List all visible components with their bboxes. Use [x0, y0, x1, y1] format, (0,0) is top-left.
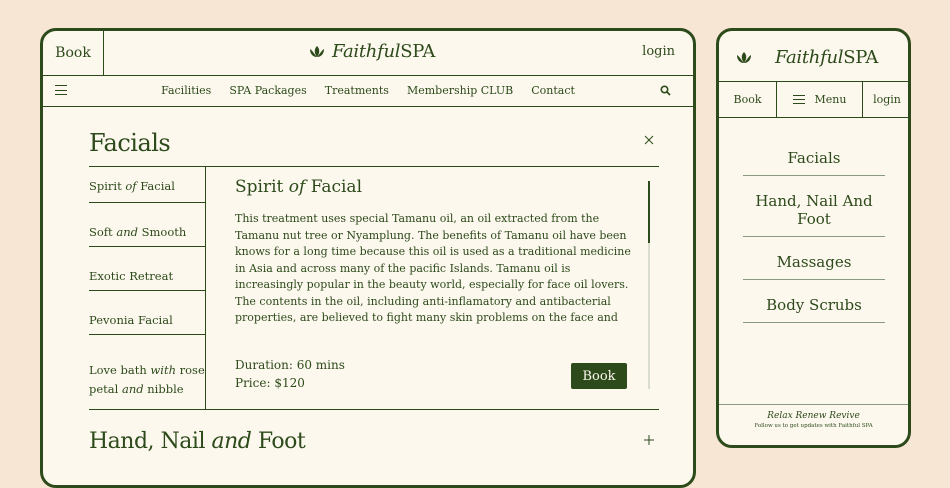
footer-tagline: Relax Renew Revive: [767, 411, 860, 421]
treatment-detail: Spirit of Facial This treatment uses spe…: [235, 177, 635, 329]
lotus-icon: [310, 45, 324, 57]
mobile-menu-item-body-scrubs[interactable]: Body Scrubs: [743, 296, 885, 323]
accordion-title-facials[interactable]: Facials: [89, 129, 171, 157]
mobile-menu-item-massages[interactable]: Massages: [743, 253, 885, 280]
treatment-label: petal: [89, 382, 122, 396]
menu-label: Menu: [814, 93, 847, 106]
treatment-description: This treatment uses special Tamanu oil, …: [235, 212, 631, 329]
title-part: Facial: [305, 177, 363, 197]
search-icon[interactable]: [660, 85, 671, 96]
desktop-window: Book FaithfulSPA login Facilities SPA Pa…: [40, 28, 696, 488]
header-login-link[interactable]: login: [642, 44, 675, 59]
treatment-label: rose: [175, 363, 205, 377]
mobile-action-bar: Book Menu login: [719, 82, 908, 118]
mobile-footer: Relax Renew Revive Follow us to get upda…: [719, 404, 908, 445]
nav-treatments[interactable]: Treatments: [325, 84, 389, 97]
treatment-label: nibble: [143, 382, 184, 396]
treatment-meta: Duration: 60 mins Price: $120: [235, 356, 345, 392]
brand-name-regular: SPA: [400, 41, 436, 62]
mobile-header: FaithfulSPA: [719, 31, 908, 82]
nav-membership-club[interactable]: Membership CLUB: [407, 84, 513, 97]
treatment-item-soft-and-smooth[interactable]: Soft and Smooth: [89, 203, 205, 247]
accordion-label: Foot: [251, 429, 306, 454]
header-book-link[interactable]: Book: [43, 31, 104, 75]
treatment-detail-title: Spirit of Facial: [235, 177, 635, 197]
brand-name-italic: Faithful: [332, 41, 401, 62]
brand-logo[interactable]: FaithfulSPA: [308, 41, 435, 62]
treatment-label: Pevonia Facial: [89, 313, 173, 327]
treatment-duration: Duration: 60 mins: [235, 358, 345, 372]
brand-name-italic: Faithful: [775, 47, 844, 68]
nav-spa-packages[interactable]: SPA Packages: [229, 84, 306, 97]
content-scrollbar[interactable]: [648, 181, 650, 389]
mobile-menu-item-hand-nail-foot[interactable]: Hand, Nail And Foot: [743, 192, 885, 237]
title-part: Spirit: [235, 177, 289, 197]
nav-links: Facilities SPA Packages Treatments Membe…: [43, 84, 693, 97]
treatment-label-italic: and: [116, 225, 138, 239]
mobile-menu-button[interactable]: Menu: [777, 82, 863, 117]
nav-facilities[interactable]: Facilities: [161, 84, 211, 97]
divider: [89, 409, 659, 410]
brand-name-regular: SPA: [843, 47, 879, 68]
lotus-icon: [737, 51, 751, 63]
treatment-list: Spirit of Facial Soft and Smooth Exotic …: [89, 167, 205, 409]
treatment-label-italic: and: [121, 382, 144, 396]
plus-icon[interactable]: [643, 434, 655, 446]
mobile-login-link[interactable]: login: [863, 82, 908, 117]
treatment-label-italic: with: [150, 363, 176, 377]
accordion-title-hand-nail-foot[interactable]: Hand, Nail and Foot: [89, 429, 306, 454]
desktop-header: Book FaithfulSPA login: [43, 31, 693, 76]
mobile-book-link[interactable]: Book: [719, 82, 777, 117]
treatment-label-italic: of: [125, 179, 137, 193]
treatment-label: Love bath: [89, 363, 151, 377]
brand-name: FaithfulSPA: [332, 41, 435, 62]
main-nav: Facilities SPA Packages Treatments Membe…: [43, 76, 693, 107]
treatment-label: Soft: [89, 225, 117, 239]
treatment-item-pevonia-facial[interactable]: Pevonia Facial: [89, 291, 205, 335]
treatment-item-spirit-of-facial[interactable]: Spirit of Facial: [89, 167, 205, 203]
mobile-menu-list: Facials Hand, Nail And Foot Massages Bod…: [743, 149, 885, 339]
scrollbar-thumb[interactable]: [648, 181, 650, 243]
treatment-item-exotic-retreat[interactable]: Exotic Retreat: [89, 247, 205, 291]
treatment-label: Facial: [136, 179, 175, 193]
accordion-label: Hand, Nail: [89, 429, 212, 454]
vertical-divider: [205, 167, 206, 409]
treatment-price: Price: $120: [235, 376, 305, 390]
mobile-brand-logo[interactable]: FaithfulSPA: [735, 47, 878, 68]
accordion-label-italic: and: [211, 429, 252, 454]
treatment-label: Smooth: [137, 225, 187, 239]
treatment-label: Exotic Retreat: [89, 269, 174, 283]
mobile-window: FaithfulSPA Book Menu login Facials Hand…: [716, 28, 911, 448]
footer-follow-text: Follow us to get updates with Faithful S…: [754, 423, 873, 429]
nav-contact[interactable]: Contact: [531, 84, 575, 97]
hamburger-icon: [792, 95, 805, 104]
mobile-menu-item-facials[interactable]: Facials: [743, 149, 885, 176]
title-part-italic: of: [288, 177, 306, 197]
book-button[interactable]: Book: [571, 363, 627, 389]
treatment-label: Spirit: [89, 179, 126, 193]
treatment-item-love-bath[interactable]: Love bath with rose petal and nibble: [89, 335, 205, 409]
brand-name: FaithfulSPA: [775, 47, 878, 68]
close-icon[interactable]: [643, 134, 655, 146]
